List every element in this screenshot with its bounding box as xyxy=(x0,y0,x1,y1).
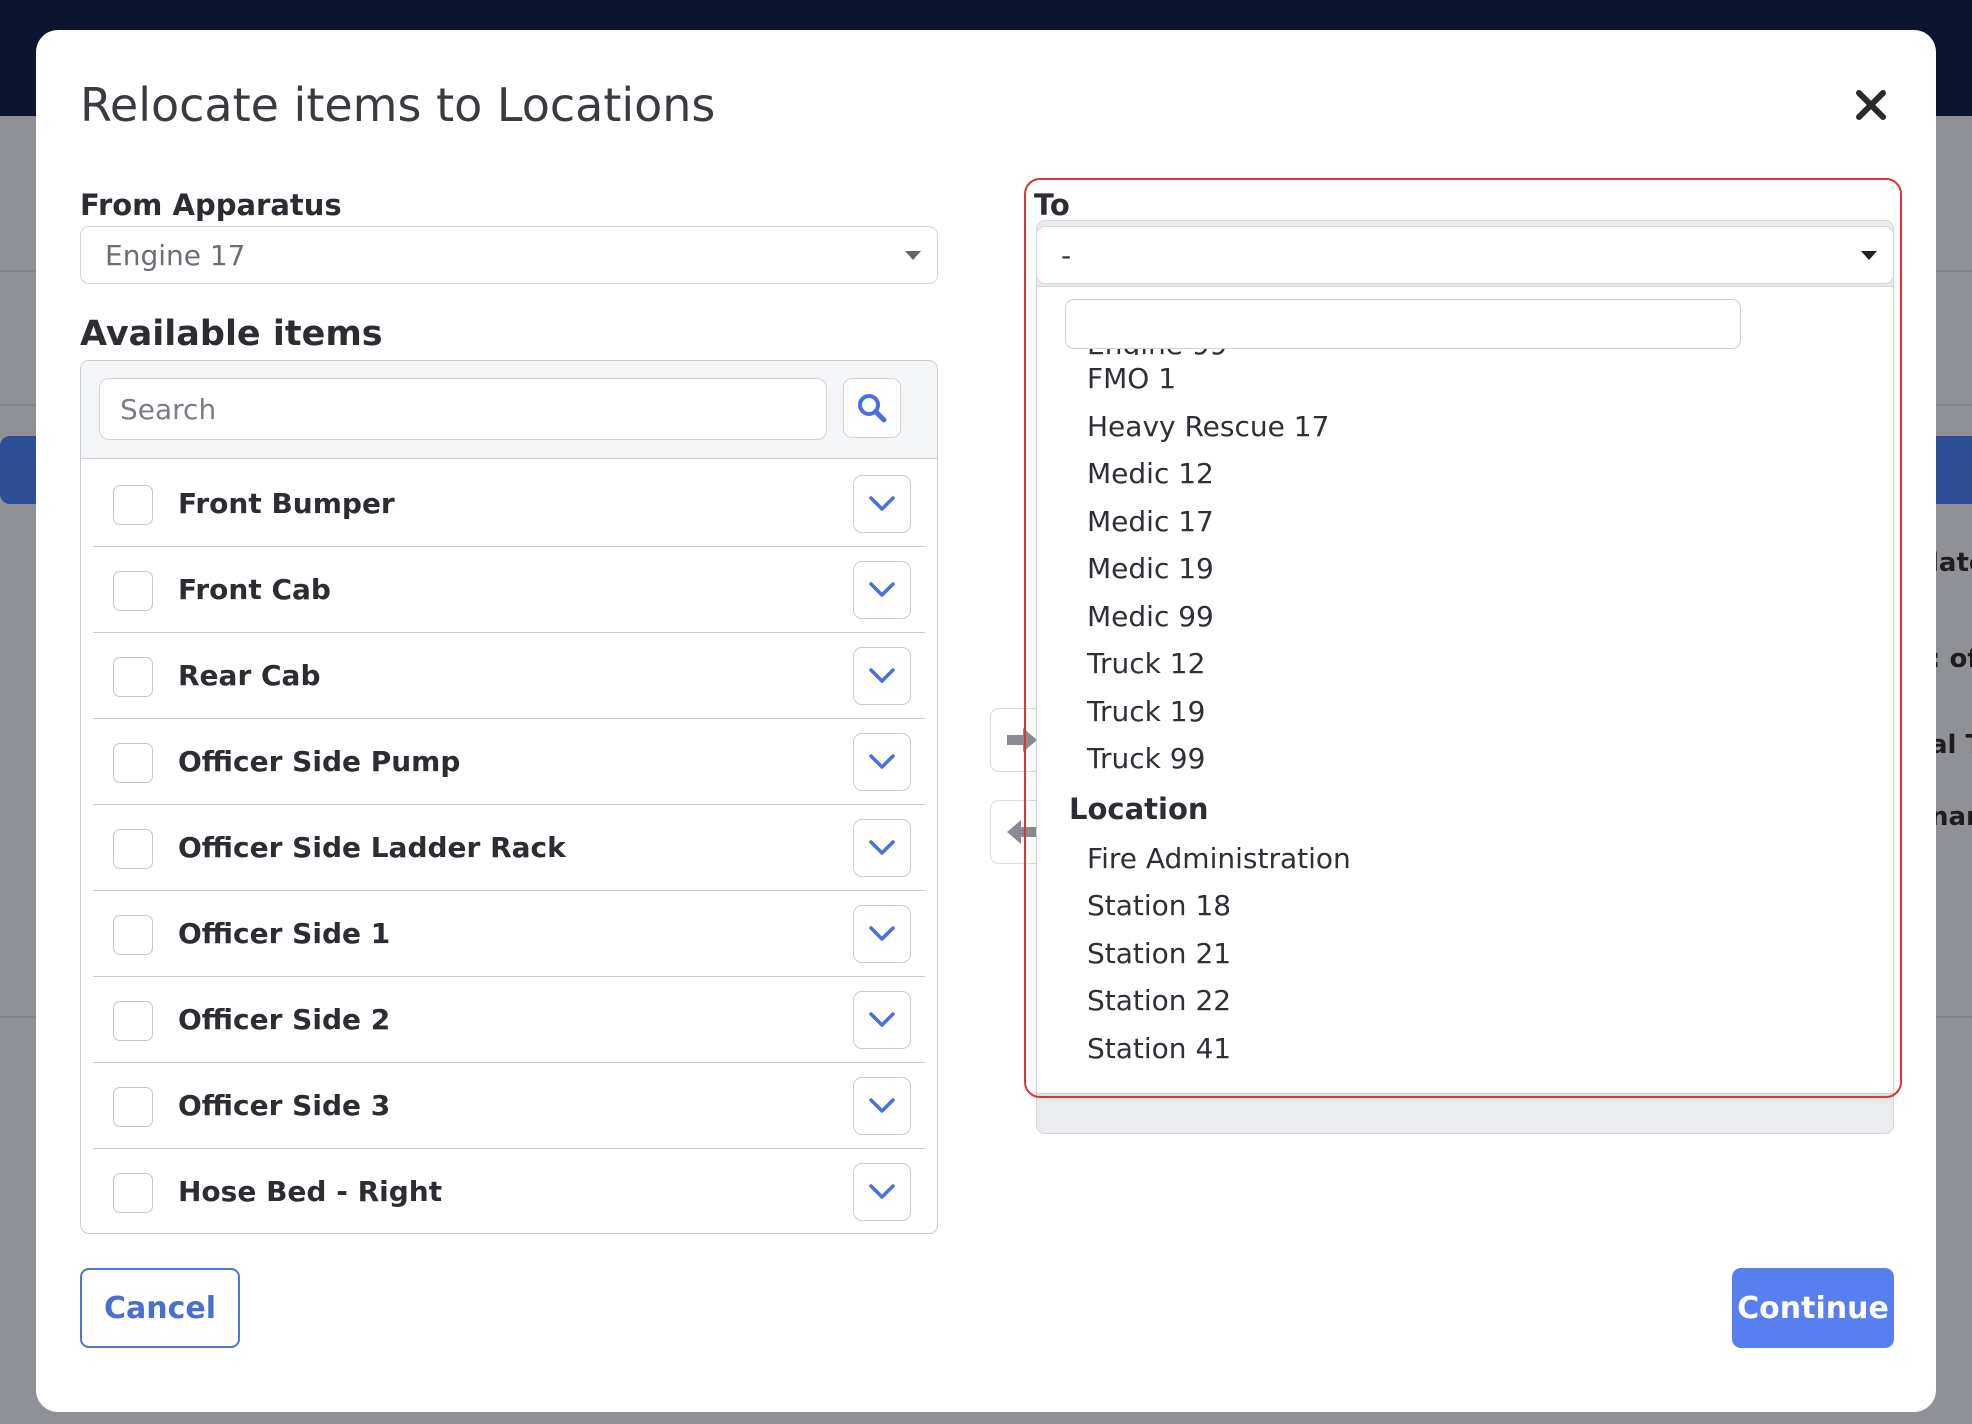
dropdown-option[interactable]: Medic 12 xyxy=(1037,450,1893,498)
item-expand-button[interactable] xyxy=(853,905,911,963)
chevron-down-icon xyxy=(1861,251,1877,260)
to-location-dropdown: Engine 99 FMO 1 Heavy Rescue 17 Medic 12… xyxy=(1036,286,1894,1094)
item-expand-button[interactable] xyxy=(853,561,911,619)
arrow-right-icon xyxy=(1007,728,1037,752)
dropdown-search-input[interactable] xyxy=(1065,299,1741,349)
dropdown-option[interactable]: Station 21 xyxy=(1037,930,1893,978)
chevron-down-icon xyxy=(869,668,895,683)
item-checkbox[interactable] xyxy=(113,571,153,611)
to-label: To xyxy=(1034,188,1070,222)
chevron-down-icon xyxy=(869,1184,895,1199)
modal-title: Relocate items to Locations xyxy=(80,78,716,132)
item-label: Rear Cab xyxy=(178,659,321,692)
chevron-down-icon xyxy=(869,496,895,511)
item-label: Officer Side 2 xyxy=(178,1003,391,1036)
items-search-bar xyxy=(81,361,937,459)
dropdown-option-list: Engine 99 FMO 1 Heavy Rescue 17 Medic 12… xyxy=(1037,335,1893,1072)
dropdown-option[interactable]: Heavy Rescue 17 xyxy=(1037,403,1893,451)
dropdown-option[interactable]: Truck 12 xyxy=(1037,640,1893,688)
dropdown-option[interactable]: Station 18 xyxy=(1037,882,1893,930)
from-apparatus-select[interactable]: Engine 17 xyxy=(80,226,938,284)
item-label: Front Bumper xyxy=(178,487,395,520)
item-expand-button[interactable] xyxy=(853,733,911,791)
list-item: Officer Side 3 xyxy=(93,1063,925,1149)
item-checkbox[interactable] xyxy=(113,1173,153,1213)
dropdown-option[interactable]: Medic 17 xyxy=(1037,498,1893,546)
dropdown-group-label: Location xyxy=(1069,791,1209,826)
item-checkbox[interactable] xyxy=(113,1001,153,1041)
chevron-down-icon xyxy=(869,582,895,597)
chevron-down-icon xyxy=(869,840,895,855)
close-icon xyxy=(1856,90,1886,120)
to-location-select[interactable]: - xyxy=(1036,226,1894,284)
from-apparatus-label: From Apparatus xyxy=(80,188,342,222)
item-checkbox[interactable] xyxy=(113,915,153,955)
item-expand-button[interactable] xyxy=(853,647,911,705)
dropdown-option[interactable]: FMO 1 xyxy=(1037,355,1893,403)
cancel-button[interactable]: Cancel xyxy=(80,1268,240,1348)
list-item: Officer Side 1 xyxy=(93,891,925,977)
list-item: Officer Side 2 xyxy=(93,977,925,1063)
item-label: Officer Side 1 xyxy=(178,917,391,950)
list-item: Officer Side Pump xyxy=(93,719,925,805)
chevron-down-icon xyxy=(869,1098,895,1113)
item-checkbox[interactable] xyxy=(113,829,153,869)
chevron-down-icon xyxy=(869,926,895,941)
available-items-heading: Available items xyxy=(80,314,383,354)
chevron-down-icon xyxy=(869,754,895,769)
dropdown-option[interactable]: Fire Administration xyxy=(1037,835,1893,883)
dropdown-option[interactable]: Station 41 xyxy=(1037,1025,1893,1073)
chevron-down-icon xyxy=(869,1012,895,1027)
item-expand-button[interactable] xyxy=(853,1077,911,1135)
to-location-value: - xyxy=(1061,238,1072,272)
list-item: Rear Cab xyxy=(93,633,925,719)
list-item: Front Cab xyxy=(93,547,925,633)
continue-button[interactable]: Continue xyxy=(1732,1268,1894,1348)
item-list: Front Bumper Front Cab Rear Cab Officer … xyxy=(93,461,925,1233)
item-expand-button[interactable] xyxy=(853,819,911,877)
list-item: Front Bumper xyxy=(93,461,925,547)
bg-peek-text: nar xyxy=(1930,802,1972,832)
bg-peek-text: : of xyxy=(1930,644,1972,674)
chevron-down-icon xyxy=(905,251,921,260)
list-item: Officer Side Ladder Rack xyxy=(93,805,925,891)
search-icon xyxy=(858,394,887,423)
item-label: Hose Bed - Right xyxy=(178,1175,443,1208)
arrow-left-icon xyxy=(1007,820,1037,844)
item-label: Officer Side 3 xyxy=(178,1089,391,1122)
available-items-panel: Front Bumper Front Cab Rear Cab Officer … xyxy=(80,360,938,1234)
bg-peek-text: late xyxy=(1930,548,1972,578)
item-label: Officer Side Ladder Rack xyxy=(178,831,566,864)
item-checkbox[interactable] xyxy=(113,743,153,783)
dropdown-option[interactable]: Medic 19 xyxy=(1037,545,1893,593)
list-item: Hose Bed - Right xyxy=(93,1149,925,1233)
close-button[interactable] xyxy=(1846,80,1896,130)
item-label: Officer Side Pump xyxy=(178,745,461,778)
dropdown-option[interactable]: Station 22 xyxy=(1037,977,1893,1025)
dropdown-option[interactable]: Truck 19 xyxy=(1037,688,1893,736)
item-expand-button[interactable] xyxy=(853,475,911,533)
item-checkbox[interactable] xyxy=(113,485,153,525)
item-label: Front Cab xyxy=(178,573,331,606)
dropdown-option[interactable]: Medic 99 xyxy=(1037,593,1893,641)
items-search-input[interactable] xyxy=(99,378,827,440)
from-apparatus-value: Engine 17 xyxy=(105,238,246,272)
item-checkbox[interactable] xyxy=(113,657,153,697)
bg-peek-text: al T xyxy=(1930,730,1972,760)
item-expand-button[interactable] xyxy=(853,1163,911,1221)
items-search-button[interactable] xyxy=(843,378,901,438)
relocate-modal: Relocate items to Locations From Apparat… xyxy=(36,30,1936,1412)
item-checkbox[interactable] xyxy=(113,1087,153,1127)
dropdown-option[interactable]: Truck 99 xyxy=(1037,735,1893,783)
item-expand-button[interactable] xyxy=(853,991,911,1049)
